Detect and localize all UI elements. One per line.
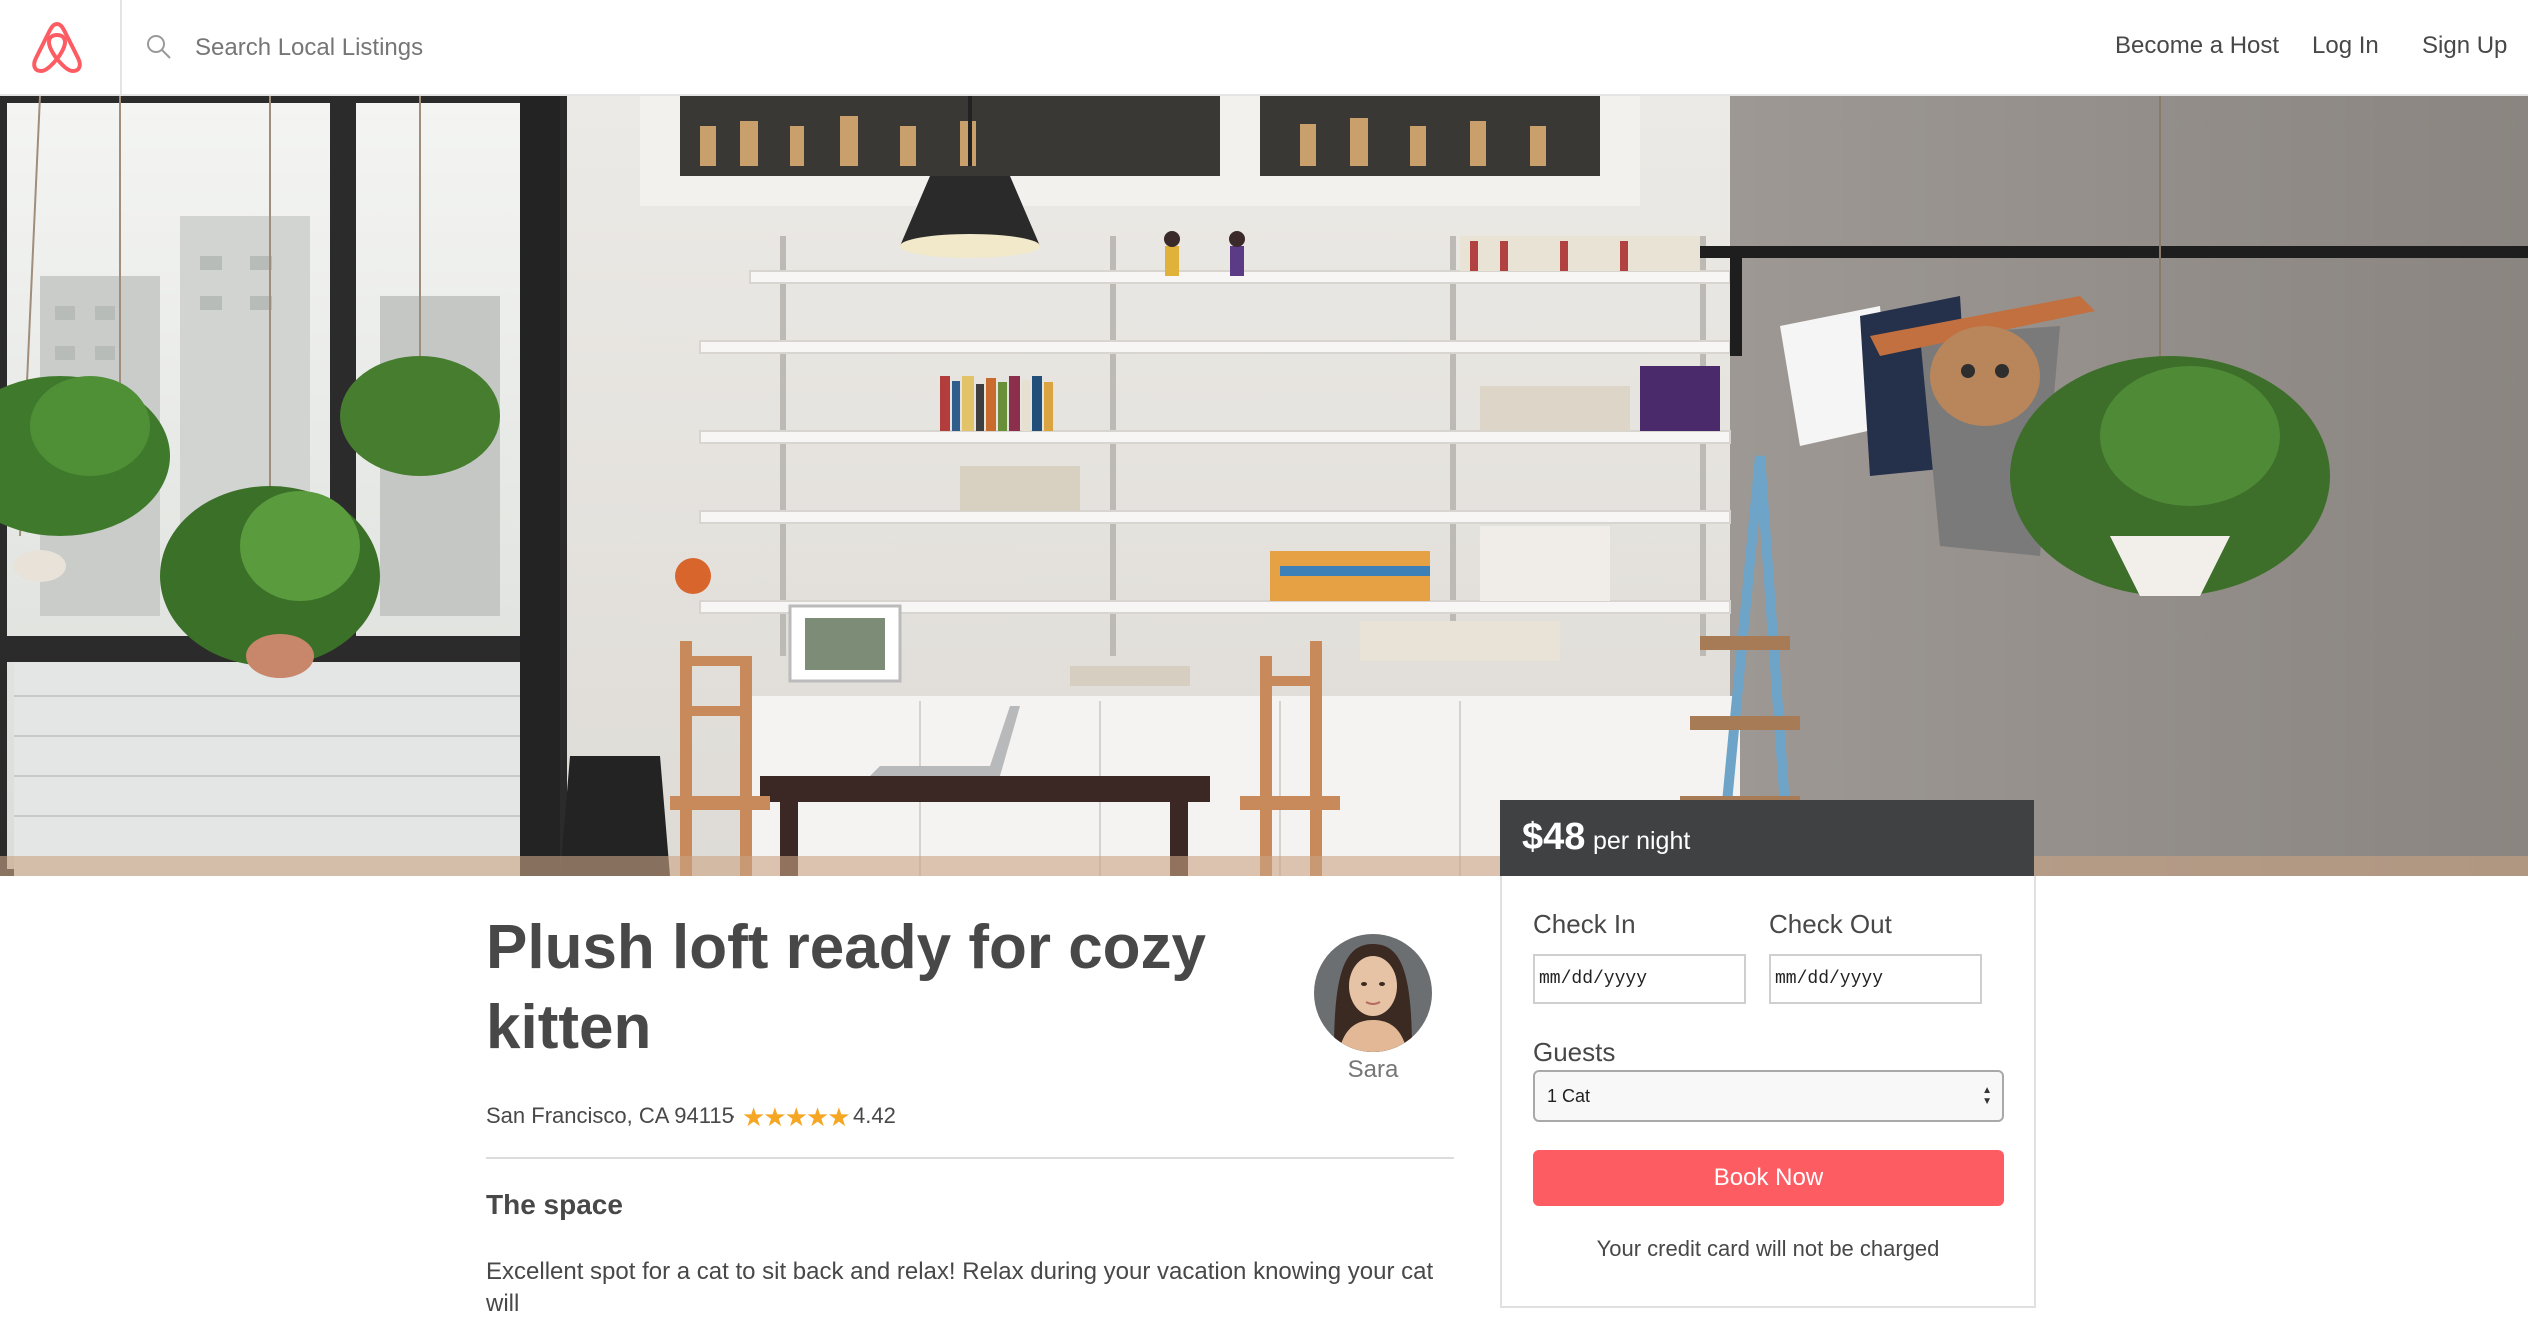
space-description: Excellent spot for a cat to sit back and… — [486, 1258, 1434, 1317]
guests-selected-value: 1 Cat — [1547, 1085, 1591, 1106]
log-in-link[interactable]: Log In — [2312, 32, 2379, 60]
rating-value: 4.42 — [853, 1103, 896, 1128]
section-divider — [486, 1157, 1454, 1159]
check-out-label: Check Out — [1769, 909, 1892, 939]
host-avatar[interactable] — [1314, 934, 1432, 1052]
search-icon — [147, 35, 171, 59]
guests-label: Guests — [1533, 1037, 1616, 1067]
listing-hero-image — [0, 96, 2528, 876]
price-unit: per night — [1593, 827, 1691, 855]
search-input[interactable] — [193, 26, 1097, 70]
airbnb-logo-icon — [32, 22, 82, 73]
check-out-placeholder: mm/dd/yyyy — [1775, 969, 1884, 989]
listing-location: San Francisco, CA 94115 — [486, 1103, 734, 1128]
listing-title: Plush loft ready for cozy kitten — [486, 913, 1207, 1062]
star-rating-icon: ★★★★★ — [742, 1102, 851, 1132]
space-heading: The space — [486, 1189, 623, 1220]
check-in-label: Check In — [1533, 909, 1636, 939]
booking-panel: Check In Check Out mm/dd/yyyy mm/dd/yyyy… — [1500, 876, 2036, 1308]
host-name[interactable]: Sara — [1300, 1056, 1446, 1084]
check-out-date-input[interactable]: mm/dd/yyyy — [1769, 954, 1982, 1004]
select-arrows-icon: ▲ ▼ — [1982, 1085, 1992, 1107]
credit-card-note: Your credit card will not be charged — [1596, 1236, 1940, 1261]
sign-up-link[interactable]: Sign Up — [2422, 32, 2507, 60]
become-host-link[interactable]: Become a Host — [2115, 32, 2279, 60]
price-bar: $48 per night — [1500, 800, 2034, 876]
check-in-placeholder: mm/dd/yyyy — [1539, 969, 1648, 989]
logo-button[interactable] — [0, 0, 122, 94]
price-amount: $48 — [1522, 816, 1586, 858]
guests-select[interactable]: 1 Cat ▲ ▼ — [1533, 1070, 2004, 1122]
top-navbar: Become a Host Log In Sign Up — [0, 0, 2528, 96]
location-separator: · — [729, 1103, 737, 1128]
check-in-date-input[interactable]: mm/dd/yyyy — [1533, 954, 1746, 1004]
book-now-button[interactable]: Book Now — [1533, 1150, 2004, 1206]
